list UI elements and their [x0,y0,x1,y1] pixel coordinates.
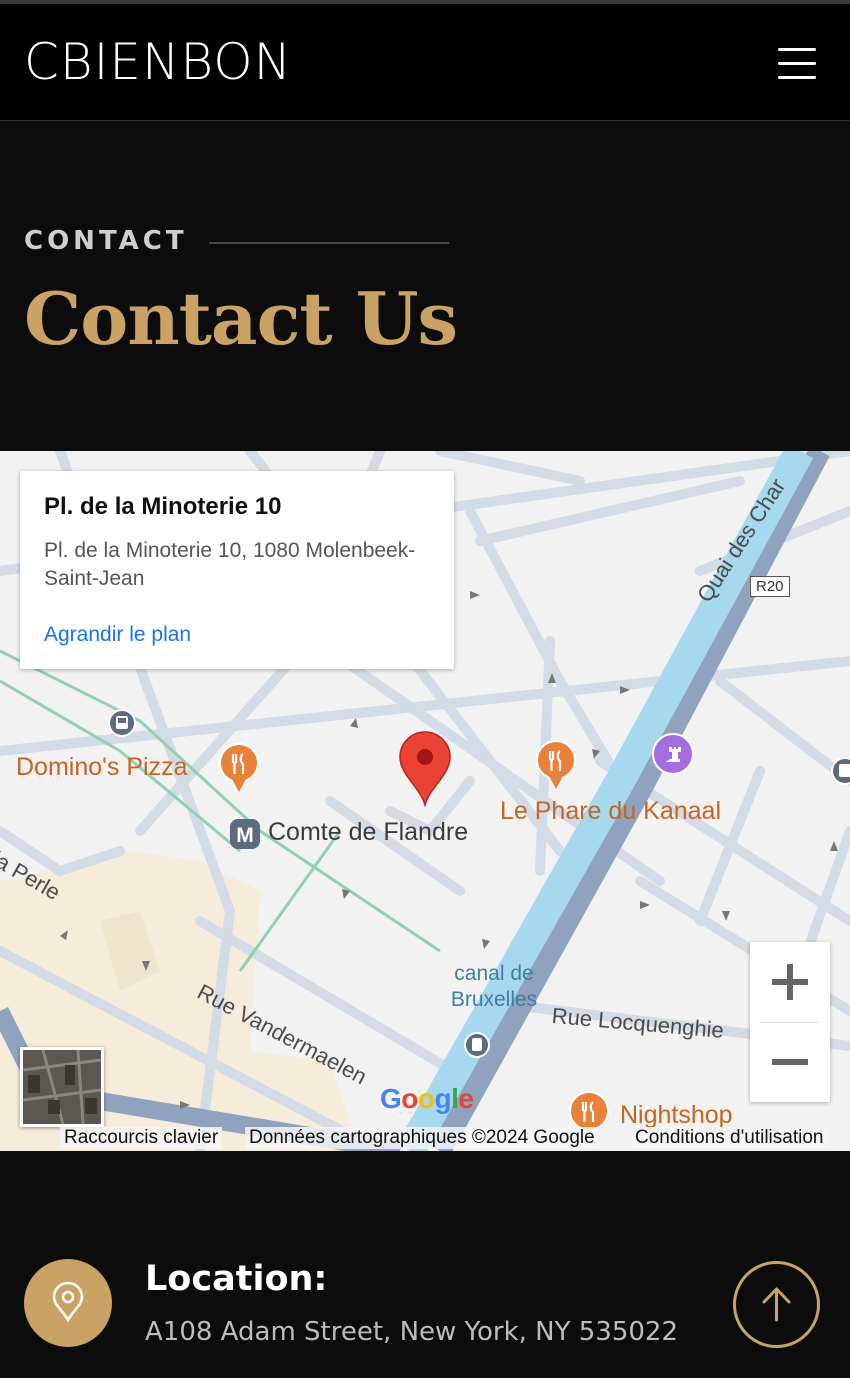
page-title: Contact Us [24,276,458,361]
metro-station-label[interactable]: Comte de Flandre [268,818,468,847]
section-eyebrow: CONTACT [24,226,188,256]
bus-stop-icon[interactable] [107,708,137,743]
location-address: A108 Adam Street, New York, NY 535022 [145,1317,678,1347]
hamburger-icon[interactable] [772,42,824,86]
site-header: CBIENBON [0,4,850,121]
keyboard-shortcuts-link[interactable]: Raccourcis clavier [60,1127,223,1149]
svg-text:M: M [236,824,254,847]
canal-label: canal de Bruxelles [450,962,538,1011]
satellite-view-toggle[interactable] [20,1047,104,1127]
zoom-controls [750,942,830,1102]
google-logo: Google [380,1083,474,1114]
location-title: Location: [145,1259,328,1299]
view-larger-map-link[interactable]: Agrandir le plan [44,623,191,647]
map-attribution: Raccourcis clavier Données cartographiqu… [0,1125,850,1151]
restaurant-icon[interactable] [535,740,577,795]
restaurant-icon[interactable] [218,743,260,798]
location-marker-icon[interactable] [398,731,452,812]
metro-icon[interactable]: M [229,818,261,855]
minus-icon[interactable] [750,1022,830,1102]
brand-logo[interactable]: CBIENBON [24,32,292,92]
map-pin-icon [24,1259,112,1347]
poi-phare-label[interactable]: Le Phare du Kanaal [500,797,721,826]
place-address: Pl. de la Minoterie 10, 1080 Molenbeek-S… [44,539,416,590]
plus-icon[interactable] [750,942,830,1022]
arrow-up-icon[interactable] [733,1261,820,1348]
google-map[interactable]: Domino's Pizza Le Phare du Kanaal M Comt… [0,451,850,1151]
tram-stop-icon[interactable] [463,1031,491,1064]
eyebrow-divider [209,242,449,244]
map-data-credit[interactable]: Données cartographiques ©2024 Google [245,1127,599,1149]
bus-stop-icon[interactable] [830,756,850,791]
terms-of-use-link[interactable]: Conditions d'utilisation [631,1127,828,1149]
contact-info-section: Location: A108 Adam Street, New York, NY… [0,1151,850,1378]
poi-dominos-label[interactable]: Domino's Pizza [16,753,188,782]
place-title: Pl. de la Minoterie 10 [44,493,282,520]
road-shield: R20 [750,576,790,597]
map-info-card: Pl. de la Minoterie 10 Pl. de la Minoter… [20,471,454,669]
hero-section: CONTACT Contact Us [0,122,850,451]
museum-icon[interactable] [650,732,696,783]
